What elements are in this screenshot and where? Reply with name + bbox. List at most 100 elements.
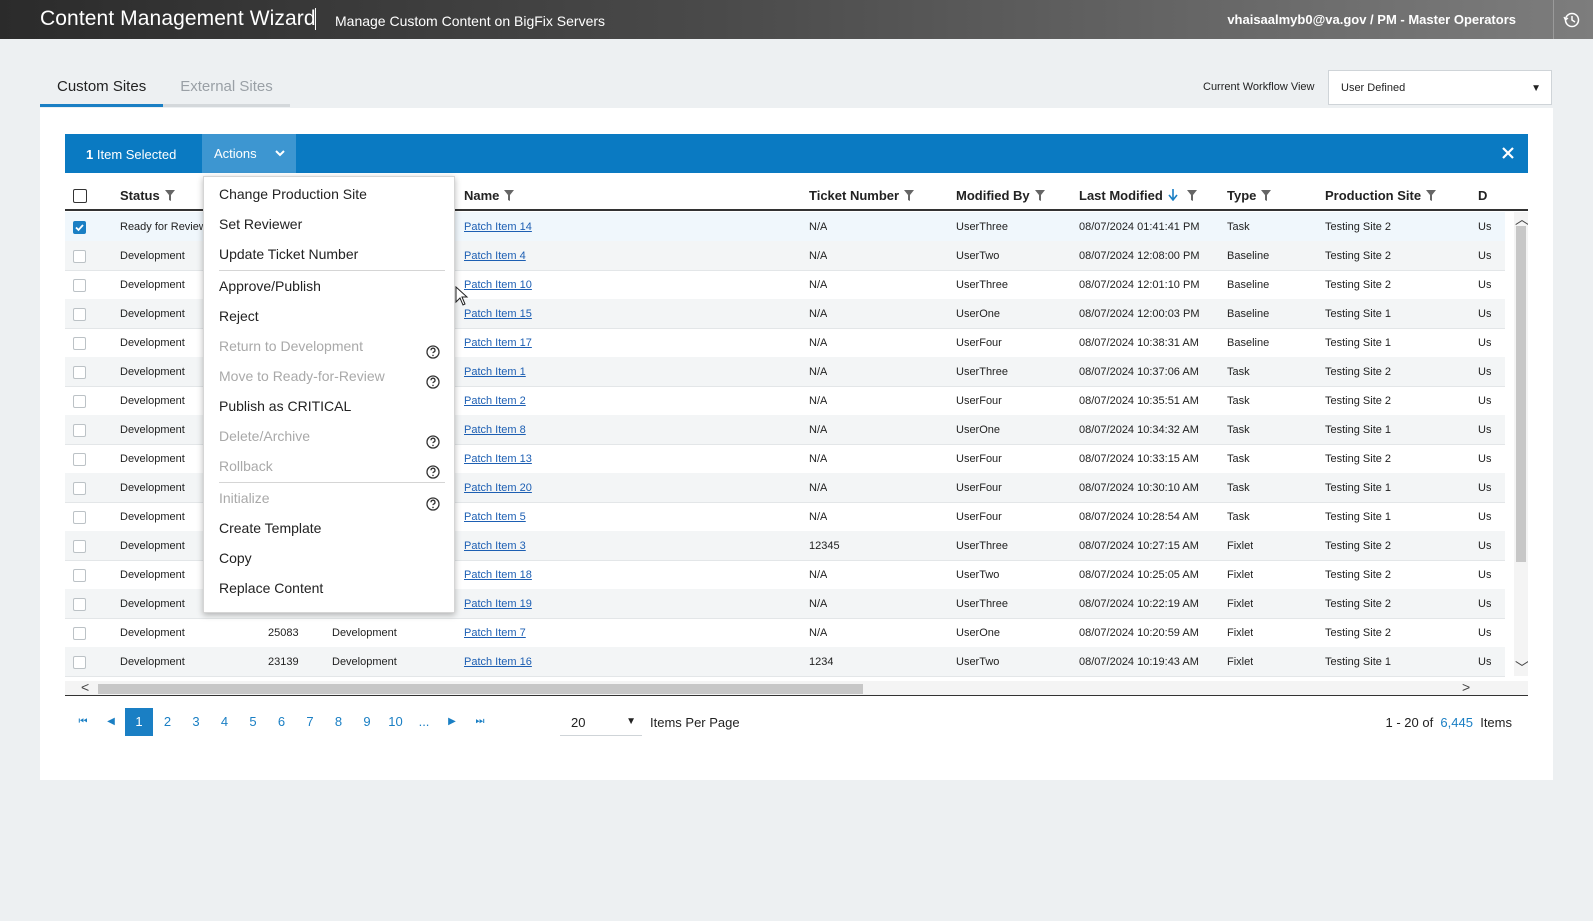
page-button[interactable]: 9 [353, 708, 381, 736]
filter-icon[interactable] [164, 190, 175, 201]
menu-item-publish-as-critical[interactable]: Publish as CRITICAL [204, 391, 454, 421]
user-info[interactable]: vhaisaalmyb0@va.gov / PM - Master Operat… [1227, 12, 1516, 27]
page-button[interactable]: 10 [382, 708, 410, 736]
menu-item-copy[interactable]: Copy [204, 543, 454, 573]
menu-item-replace-content[interactable]: Replace Content [204, 573, 454, 603]
cell-name[interactable]: Patch Item 20 [464, 482, 532, 494]
row-checkbox[interactable] [73, 250, 86, 263]
cell-name[interactable]: Patch Item 7 [464, 627, 526, 639]
cell-name[interactable]: Patch Item 18 [464, 569, 532, 581]
cell-last-modified: 08/07/2024 10:27:15 AM [1079, 540, 1199, 552]
cell-ticket: N/A [809, 569, 828, 581]
cell-name[interactable]: Patch Item 13 [464, 453, 532, 465]
page-button[interactable]: 3 [182, 708, 210, 736]
cell-name[interactable]: Patch Item 14 [464, 221, 532, 233]
cell-name[interactable]: Patch Item 17 [464, 337, 532, 349]
pager: ⏮ ◀ 1 2 3 4 5 6 7 8 9 10... ▶ ⏭ 20 ▼ Items Per Pa… [65, 708, 1528, 740]
row-checkbox[interactable] [73, 511, 86, 524]
col-modified-by[interactable]: Modified By [956, 188, 1045, 203]
cell-type: Fixlet [1227, 569, 1254, 581]
close-icon[interactable] [1498, 143, 1518, 163]
history-button[interactable] [1560, 8, 1584, 32]
row-checkbox[interactable] [73, 337, 86, 350]
cell-name[interactable]: Patch Item 3 [464, 540, 526, 552]
scroll-right-icon[interactable]: > [1462, 679, 1470, 695]
cell-name[interactable]: Patch Item 2 [464, 395, 526, 407]
row-checkbox[interactable] [73, 279, 86, 292]
menu-item-create-template[interactable]: Create Template [204, 513, 454, 543]
scroll-down-icon[interactable]: ﹀ [1515, 658, 1528, 678]
row-checkbox[interactable] [73, 221, 86, 234]
row-checkbox[interactable] [73, 598, 86, 611]
actions-button[interactable]: Actions [202, 134, 296, 173]
cell-name[interactable]: Patch Item 15 [464, 308, 532, 320]
horizontal-scroll-thumb[interactable] [98, 684, 863, 694]
items-per-page-value: 20 [571, 715, 586, 730]
table-row[interactable]: Development 25083 Development Patch Item 7 N… [65, 618, 1505, 648]
menu-item-set-reviewer[interactable]: Set Reviewer [204, 209, 454, 239]
sort-desc-icon[interactable] [1168, 189, 1178, 201]
cell-name[interactable]: Patch Item 19 [464, 598, 532, 610]
next-page-icon[interactable]: ▶ [438, 708, 466, 736]
page-button[interactable]: 4 [211, 708, 239, 736]
col-type[interactable]: Type [1227, 188, 1272, 203]
row-checkbox[interactable] [73, 366, 86, 379]
cell-name[interactable]: Patch Item 16 [464, 656, 532, 668]
page-button[interactable]: 7 [296, 708, 324, 736]
filter-icon[interactable] [1426, 190, 1437, 201]
cell-status: Development [120, 250, 185, 262]
col-last-modified[interactable]: Last Modified [1079, 188, 1197, 203]
prev-page-icon[interactable]: ◀ [97, 708, 125, 736]
cell-name[interactable]: Patch Item 4 [464, 250, 526, 262]
row-checkbox[interactable] [73, 569, 86, 582]
vertical-scroll-thumb[interactable] [1516, 226, 1526, 562]
row-checkbox[interactable] [73, 395, 86, 408]
col-name[interactable]: Name [464, 188, 515, 203]
filter-icon[interactable] [504, 190, 515, 201]
page-button[interactable]: ... [410, 708, 438, 736]
cell-name[interactable]: Patch Item 8 [464, 424, 526, 436]
menu-item-change-production-site[interactable]: Change Production Site [204, 179, 454, 209]
row-checkbox[interactable] [73, 482, 86, 495]
filter-icon[interactable] [1186, 190, 1197, 201]
workflow-view-select[interactable]: User Defined ▼ [1328, 70, 1552, 105]
selected-count: 1 Item Selected [86, 147, 177, 162]
filter-icon[interactable] [1034, 190, 1045, 201]
filter-icon[interactable] [904, 190, 915, 201]
cell-name[interactable]: Patch Item 10 [464, 279, 532, 291]
row-checkbox[interactable] [73, 540, 86, 553]
col-d[interactable]: D [1478, 188, 1487, 203]
tab-custom-sites[interactable]: Custom Sites [40, 69, 164, 107]
cell-site: Testing Site 1 [1325, 656, 1392, 668]
cell-name[interactable]: Patch Item 5 [464, 511, 526, 523]
scroll-left-icon[interactable]: < [81, 679, 89, 695]
page-button[interactable]: 8 [325, 708, 353, 736]
first-page-icon[interactable]: ⏮ [69, 708, 97, 736]
last-page-icon[interactable]: ⏭ [466, 708, 494, 736]
row-checkbox[interactable] [73, 424, 86, 437]
menu-item-update-ticket-number[interactable]: Update Ticket Number [204, 239, 454, 269]
select-all-checkbox[interactable] [73, 189, 87, 203]
cell-status: Development [120, 540, 185, 552]
row-checkbox[interactable] [73, 656, 86, 669]
tab-external-sites[interactable]: External Sites [163, 69, 290, 107]
page-button[interactable]: 5 [239, 708, 267, 736]
page-button[interactable]: 1 [125, 708, 153, 736]
page-button[interactable]: 2 [154, 708, 182, 736]
filter-icon[interactable] [1261, 190, 1272, 201]
horizontal-scrollbar[interactable]: < > [65, 679, 1528, 696]
cell-name[interactable]: Patch Item 1 [464, 366, 526, 378]
page-button[interactable]: 6 [268, 708, 296, 736]
row-checkbox[interactable] [73, 453, 86, 466]
menu-item-approve-publish[interactable]: Approve/Publish [204, 271, 454, 301]
row-checkbox[interactable] [73, 627, 86, 640]
app-subtitle: Manage Custom Content on BigFix Servers [335, 13, 606, 29]
menu-item-reject[interactable]: Reject [204, 301, 454, 331]
vertical-scrollbar[interactable]: ︿ ﹀ [1514, 211, 1528, 678]
items-per-page-select[interactable]: 20 ▼ [560, 708, 642, 736]
table-row[interactable]: Development 23139 Development Patch Item 16… [65, 647, 1505, 677]
col-status[interactable]: Status [120, 188, 175, 203]
col-ticket-number[interactable]: Ticket Number [809, 188, 915, 203]
col-production-site[interactable]: Production Site [1325, 188, 1437, 203]
row-checkbox[interactable] [73, 308, 86, 321]
